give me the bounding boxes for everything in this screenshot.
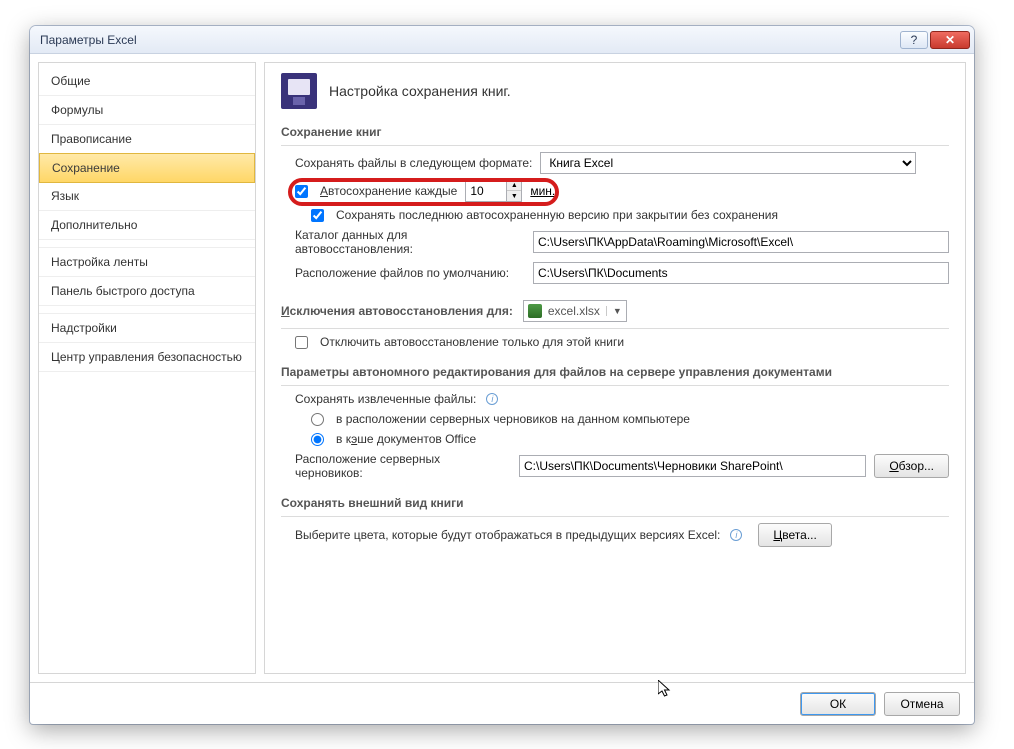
excel-icon bbox=[528, 304, 542, 318]
chevron-down-icon: ▼ bbox=[606, 306, 622, 316]
sidebar-separator bbox=[39, 306, 255, 314]
section-appearance: Сохранять внешний вид книги bbox=[281, 490, 949, 517]
content-title: Настройка сохранения книг. bbox=[329, 83, 511, 99]
sidebar-item-ribbon[interactable]: Настройка ленты bbox=[39, 248, 255, 277]
disable-autorecover-label: Отключить автовосстановление только для … bbox=[320, 335, 624, 349]
server-drafts-radio[interactable] bbox=[311, 413, 324, 426]
titlebar: Параметры Excel ? ✕ bbox=[30, 26, 974, 54]
autorecover-dir-label: Каталог данных для автовосстановления: bbox=[295, 228, 525, 256]
category-sidebar: Общие Формулы Правописание Сохранение Яз… bbox=[38, 62, 256, 674]
office-cache-radio[interactable] bbox=[311, 433, 324, 446]
sidebar-item-qat[interactable]: Панель быстрого доступа bbox=[39, 277, 255, 306]
sidebar-separator bbox=[39, 240, 255, 248]
sidebar-item-addins[interactable]: Надстройки bbox=[39, 314, 255, 343]
window-title: Параметры Excel bbox=[40, 33, 898, 47]
exceptions-file-dropdown[interactable]: excel.xlsx ▼ bbox=[523, 300, 627, 322]
help-button[interactable]: ? bbox=[900, 31, 928, 49]
sidebar-item-formulas[interactable]: Формулы bbox=[39, 96, 255, 125]
autosave-interval-input[interactable] bbox=[466, 181, 506, 201]
content-panel: Настройка сохранения книг. Сохранение кн… bbox=[264, 62, 966, 674]
browse-button[interactable]: Обзор... bbox=[874, 454, 949, 478]
server-drafts-dir-input[interactable] bbox=[519, 455, 866, 477]
dialog-footer: ОК Отмена bbox=[30, 682, 974, 724]
server-drafts-radio-label: в расположении серверных черновиков на д… bbox=[336, 412, 690, 426]
colors-button[interactable]: Цвета... bbox=[758, 523, 831, 547]
options-dialog: Параметры Excel ? ✕ Общие Формулы Правоп… bbox=[30, 26, 974, 724]
sidebar-item-save[interactable]: Сохранение bbox=[39, 153, 255, 183]
close-button[interactable]: ✕ bbox=[930, 31, 970, 49]
section-exceptions: Исключения автовосстановления для: excel… bbox=[281, 294, 949, 329]
autosave-label: Автосохранение каждые bbox=[320, 184, 457, 198]
info-icon[interactable]: i bbox=[730, 529, 742, 541]
sidebar-item-trust-center[interactable]: Центр управления безопасностью bbox=[39, 343, 255, 372]
info-icon[interactable]: i bbox=[486, 393, 498, 405]
sidebar-item-language[interactable]: Язык bbox=[39, 182, 255, 211]
office-cache-radio-label: в кэше документов Office bbox=[336, 432, 476, 446]
section-offline: Параметры автономного редактирования для… bbox=[281, 359, 949, 386]
autosave-checkbox[interactable] bbox=[295, 185, 308, 198]
content-header: Настройка сохранения книг. bbox=[281, 73, 949, 109]
ok-button[interactable]: ОК bbox=[800, 692, 876, 716]
format-select[interactable]: Книга Excel bbox=[540, 152, 916, 174]
choose-colors-label: Выберите цвета, которые будут отображать… bbox=[295, 528, 720, 542]
sidebar-item-proofing[interactable]: Правописание bbox=[39, 125, 255, 154]
autosave-interval-spinner[interactable]: ▲▼ bbox=[465, 180, 522, 202]
sidebar-item-general[interactable]: Общие bbox=[39, 67, 255, 96]
disable-autorecover-checkbox[interactable] bbox=[295, 336, 308, 349]
keep-last-autosave-label: Сохранять последнюю автосохраненную верс… bbox=[336, 208, 778, 222]
default-dir-input[interactable] bbox=[533, 262, 949, 284]
section-save-books: Сохранение книг bbox=[281, 119, 949, 146]
autorecover-dir-input[interactable] bbox=[533, 231, 949, 253]
autosave-unit: мин. bbox=[530, 184, 555, 198]
server-drafts-dir-label: Расположение серверных черновиков: bbox=[295, 452, 511, 480]
spin-down[interactable]: ▼ bbox=[507, 191, 521, 201]
default-dir-label: Расположение файлов по умолчанию: bbox=[295, 266, 525, 280]
save-checked-out-label: Сохранять извлеченные файлы: bbox=[295, 392, 476, 406]
cancel-button[interactable]: Отмена bbox=[884, 692, 960, 716]
sidebar-item-advanced[interactable]: Дополнительно bbox=[39, 211, 255, 240]
keep-last-autosave-checkbox[interactable] bbox=[311, 209, 324, 222]
save-icon bbox=[281, 73, 317, 109]
format-label: Сохранять файлы в следующем формате: bbox=[295, 156, 532, 170]
exceptions-file-name: excel.xlsx bbox=[548, 304, 600, 318]
spin-up[interactable]: ▲ bbox=[507, 181, 521, 191]
client-area: Общие Формулы Правописание Сохранение Яз… bbox=[30, 54, 974, 682]
